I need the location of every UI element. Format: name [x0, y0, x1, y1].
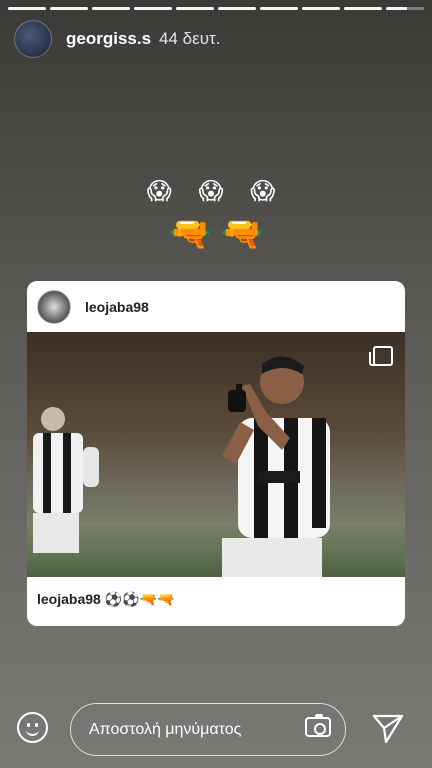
message-input[interactable]: Αποστολή μηνύματος [70, 703, 346, 756]
scream-emoji: 😱 [250, 178, 286, 205]
multiple-photos-icon [369, 346, 393, 366]
shared-post-photo[interactable] [27, 332, 405, 577]
gun-emoji-row: 🔫 🔫 [0, 214, 432, 254]
caption-emojis: ⚽⚽🔫🔫 [104, 591, 175, 607]
progress-segment [134, 7, 172, 10]
progress-segment-current [386, 7, 424, 10]
story-username[interactable]: georgiss.s [66, 29, 151, 49]
progress-segment [260, 7, 298, 10]
shared-post-username[interactable]: leojaba98 [85, 299, 149, 315]
progress-segment [218, 7, 256, 10]
water-pistol-emoji: 🔫 [220, 215, 264, 253]
progress-segment [344, 7, 382, 10]
shared-post-header: leojaba98 [27, 281, 405, 332]
shared-post-card[interactable]: leojaba98 leojaba98 ⚽⚽🔫🔫 [27, 281, 405, 626]
story-header: georgiss.s 44 δευτ. [14, 20, 220, 58]
smiley-face-icon[interactable] [17, 712, 48, 743]
caption-username[interactable]: leojaba98 [37, 591, 101, 607]
shared-post-caption: leojaba98 ⚽⚽🔫🔫 [37, 591, 174, 608]
scream-emoji: 😱 [146, 178, 182, 205]
message-placeholder: Αποστολή μηνύματος [89, 721, 242, 738]
reply-bar: Αποστολή μηνύματος [0, 702, 432, 758]
story-time: 44 δευτ. [159, 29, 221, 48]
progress-segment [176, 7, 214, 10]
avatar[interactable] [37, 289, 71, 324]
camera-icon[interactable] [305, 714, 331, 737]
scream-emoji-row: 😱 😱 😱 [0, 177, 432, 206]
story-progress-bar [8, 7, 424, 10]
scream-emoji: 😱 [198, 178, 234, 205]
progress-segment [8, 7, 46, 10]
water-pistol-emoji: 🔫 [168, 215, 212, 253]
main-player-figure [222, 356, 330, 577]
progress-segment [302, 7, 340, 10]
progress-segment [50, 7, 88, 10]
progress-segment [92, 7, 130, 10]
avatar[interactable] [14, 20, 52, 58]
background-player-figure [33, 407, 99, 553]
paper-plane-send-icon[interactable] [372, 712, 404, 744]
